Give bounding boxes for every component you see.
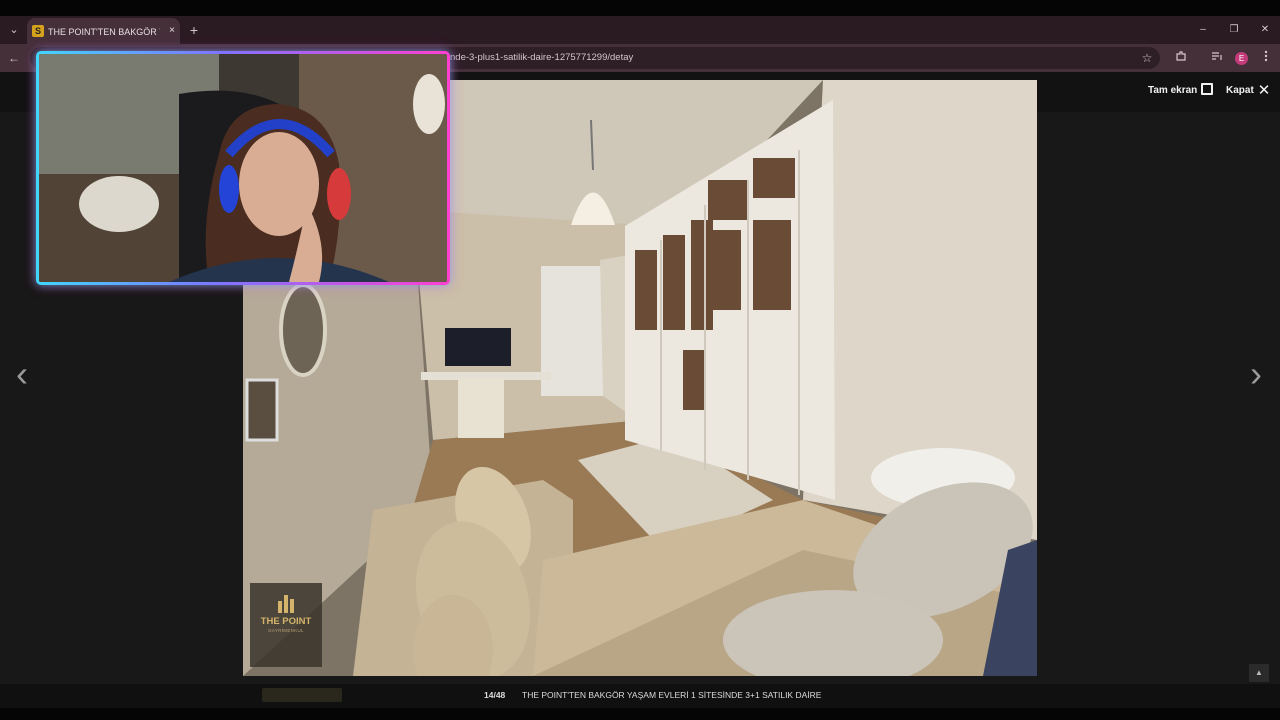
url-text: nde-3-plus1-satilik-daire-1275771299/det… — [450, 52, 634, 63]
fullscreen-button[interactable]: Tam ekran — [1148, 82, 1214, 100]
watermark-title: THE POINT — [260, 616, 312, 627]
close-icon: ✕ — [1257, 82, 1271, 99]
restore-button[interactable]: ❐ — [1222, 20, 1246, 40]
window-close-button[interactable]: ✕ — [1253, 20, 1277, 40]
photo-counter: 14/48 — [484, 690, 506, 700]
back-button[interactable]: ← — [6, 50, 22, 66]
close-viewer-button[interactable]: Kapat ✕ — [1226, 82, 1270, 100]
extensions-icon[interactable] — [1173, 50, 1189, 66]
webcam-feed-illustration — [39, 54, 447, 282]
fullscreen-label: Tam ekran — [1148, 85, 1198, 96]
top-border — [0, 0, 1280, 16]
previous-photo-button[interactable]: ‹ — [10, 352, 34, 396]
profile-avatar[interactable]: E — [1235, 52, 1248, 65]
caption-thumbnail — [262, 688, 342, 702]
building-logo-icon — [278, 595, 294, 613]
new-tab-button[interactable]: + — [187, 22, 201, 38]
tab-active[interactable]: S THE POINT'TEN BAKGÖR YAŞAM × — [27, 18, 180, 44]
site-favicon-icon: S — [32, 25, 44, 37]
menu-kebab-icon[interactable] — [1258, 50, 1274, 66]
webcam-overlay — [36, 51, 450, 285]
bookmark-star-icon[interactable]: ☆ — [1140, 50, 1154, 66]
close-label: Kapat — [1226, 85, 1254, 96]
media-control-icon[interactable] — [1209, 50, 1225, 66]
fullscreen-icon — [1201, 83, 1214, 95]
photo-caption-title: THE POINT'TEN BAKGÖR YAŞAM EVLERİ 1 SİTE… — [522, 690, 822, 700]
next-photo-button[interactable]: › — [1244, 352, 1268, 396]
tab-strip: ⌄ S THE POINT'TEN BAKGÖR YAŞAM × + – ❐ ✕ — [0, 16, 1280, 44]
tab-list-button[interactable]: ⌄ — [6, 22, 22, 38]
minimize-button[interactable]: – — [1191, 20, 1215, 40]
watermark-subtitle: GAYRİMENKUL — [268, 628, 304, 633]
agency-watermark-logo: THE POINT GAYRİMENKUL — [250, 583, 322, 667]
photo-caption-bar: 14/48 THE POINT'TEN BAKGÖR YAŞAM EVLERİ … — [0, 684, 1280, 708]
scroll-to-top-button[interactable]: ▲ — [1249, 664, 1269, 682]
screen: ⌄ S THE POINT'TEN BAKGÖR YAŞAM × + – ❐ ✕… — [0, 0, 1280, 720]
tab-close-button[interactable]: × — [166, 24, 178, 38]
bottom-border — [0, 708, 1280, 720]
tab-title: THE POINT'TEN BAKGÖR YAŞAM — [48, 27, 160, 37]
